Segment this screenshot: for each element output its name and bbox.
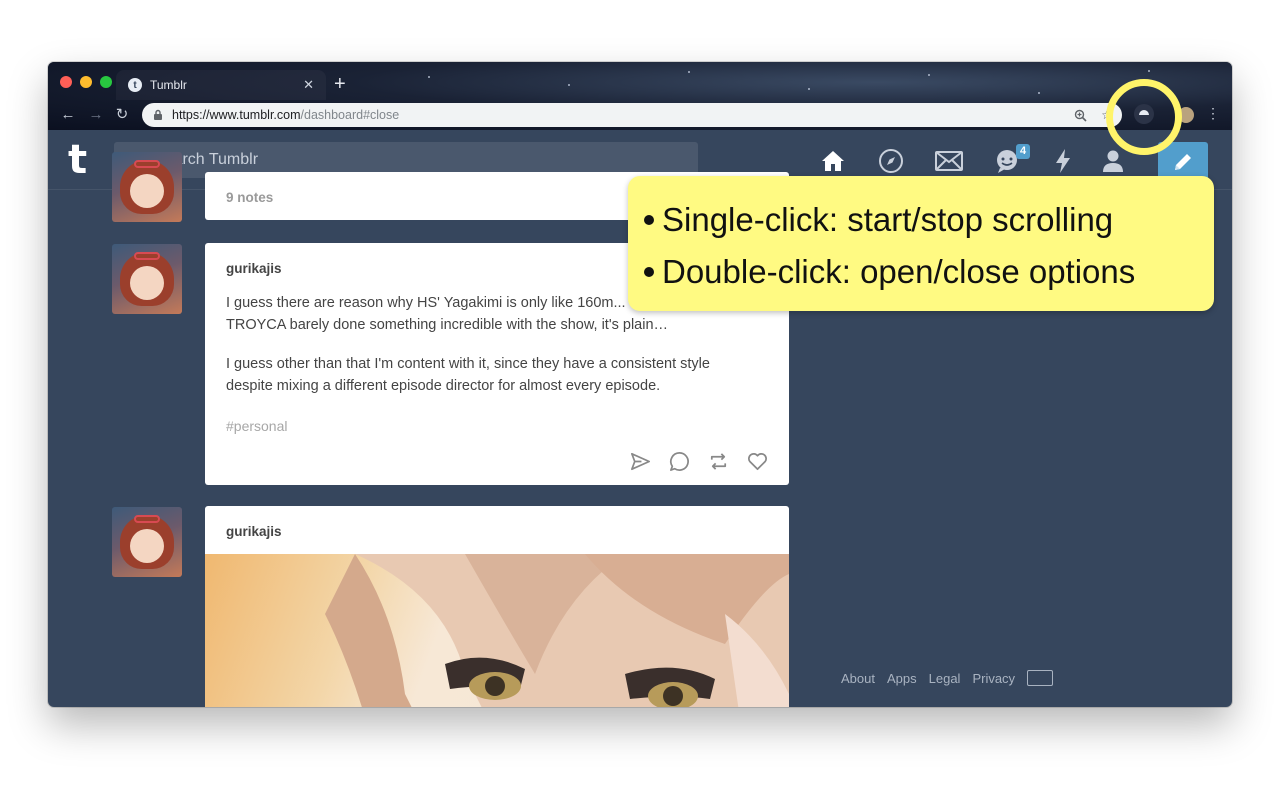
address-bar[interactable]: https://www.tumblr.com/dashboard#close ☆: [142, 103, 1122, 127]
browser-window: t Tumblr ✕ + ← → ↻ https://www.tumblr.co…: [48, 62, 1232, 707]
extension-highlight-circle: [1106, 79, 1182, 155]
post-tag[interactable]: #personal: [226, 418, 288, 434]
bullet-icon: [644, 215, 654, 225]
browser-chrome: t Tumblr ✕ + ← → ↻ https://www.tumblr.co…: [48, 62, 1232, 130]
like-heart-icon[interactable]: [746, 450, 769, 473]
zoom-icon[interactable]: [1074, 109, 1087, 122]
keyboard-shortcuts-icon[interactable]: [1027, 670, 1054, 686]
star-decoration: [808, 88, 810, 90]
star-decoration: [568, 84, 570, 86]
home-icon[interactable]: [818, 146, 848, 176]
footer-link-apps[interactable]: Apps: [887, 671, 917, 686]
reply-icon[interactable]: [668, 450, 691, 473]
reload-icon[interactable]: ↻: [112, 105, 132, 125]
compose-icon: [1175, 154, 1191, 170]
explore-icon[interactable]: [876, 146, 906, 176]
avatar[interactable]: [112, 244, 182, 314]
post-image[interactable]: [205, 554, 789, 707]
tumblr-logo[interactable]: t: [68, 140, 87, 180]
browser-menu-icon[interactable]: ⋮: [1206, 105, 1220, 122]
post-paragraph-2-line-2: despite mixing a different episode direc…: [226, 378, 661, 394]
share-icon[interactable]: [629, 450, 652, 473]
tab-close-icon[interactable]: ✕: [303, 77, 314, 93]
footer-links: About Apps Legal Privacy: [841, 670, 1054, 686]
forward-icon[interactable]: →: [86, 105, 106, 125]
window-controls: [60, 76, 112, 88]
single-click-instruction: Single-click: start/stop scrolling: [662, 201, 1114, 238]
callout-line: Double-click: open/close options: [644, 246, 1200, 298]
lock-icon: [154, 109, 162, 120]
star-decoration: [928, 74, 930, 76]
maximize-window-button[interactable]: [100, 76, 112, 88]
activity-icon[interactable]: [1048, 146, 1078, 176]
reblog-icon[interactable]: [707, 450, 730, 473]
account-icon[interactable]: [1098, 146, 1128, 176]
messages-count-badge: 4: [1016, 144, 1031, 159]
star-decoration: [428, 76, 430, 78]
new-tab-button[interactable]: +: [334, 72, 346, 96]
post-actions: [629, 450, 769, 473]
tab-title: Tumblr: [150, 78, 187, 92]
anime-illustration: [325, 554, 789, 707]
post-paragraph-2-line-1: I guess other than that I'm content with…: [226, 356, 710, 372]
minimize-window-button[interactable]: [80, 76, 92, 88]
post-username[interactable]: gurikajis: [226, 524, 282, 539]
instruction-callout: Single-click: start/stop scrolling Doubl…: [628, 176, 1214, 311]
close-window-button[interactable]: [60, 76, 72, 88]
url-host: https://www.tumblr.com: [172, 108, 301, 122]
double-click-instruction: Double-click: open/close options: [662, 253, 1136, 290]
avatar[interactable]: [112, 152, 182, 222]
callout-line: Single-click: start/stop scrolling: [644, 194, 1200, 246]
footer-link-legal[interactable]: Legal: [929, 671, 961, 686]
tumblr-favicon-icon: t: [128, 78, 142, 92]
avatar[interactable]: [112, 507, 182, 577]
post-paragraph-1-line-2: TROYCA barely done something incredible …: [226, 317, 669, 333]
star-decoration: [1038, 92, 1040, 94]
bullet-icon: [644, 267, 654, 277]
navigation-row: ← → ↻ https://www.tumblr.com/dashboard#c…: [48, 100, 1232, 130]
footer-link-privacy[interactable]: Privacy: [972, 671, 1015, 686]
post-notes[interactable]: 9 notes: [226, 190, 273, 205]
inbox-icon[interactable]: [934, 146, 964, 176]
post-card: gurikajis: [205, 506, 789, 707]
browser-tab[interactable]: t Tumblr ✕: [116, 70, 326, 100]
star-decoration: [1148, 70, 1150, 72]
back-icon[interactable]: ←: [58, 105, 78, 125]
footer-link-about[interactable]: About: [841, 671, 875, 686]
star-decoration: [688, 71, 690, 73]
url-path: /dashboard#close: [300, 108, 400, 122]
post-username[interactable]: gurikajis: [226, 261, 282, 276]
